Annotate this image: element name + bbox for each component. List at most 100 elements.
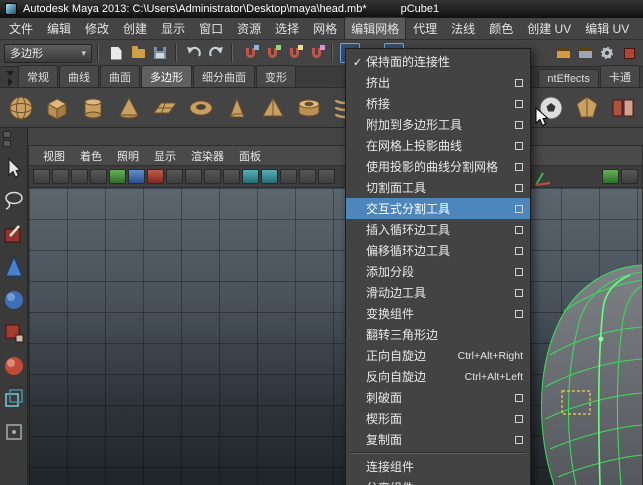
menu-item-flip-triangle-edge[interactable]: 翻转三角形边: [346, 324, 530, 345]
menu-modify[interactable]: 修改: [78, 17, 116, 40]
option-box-icon[interactable]: [515, 204, 523, 213]
option-box-icon[interactable]: [515, 78, 523, 87]
resolution-gate-icon[interactable]: [204, 169, 221, 184]
menu-edit-mesh[interactable]: 编辑网格: [344, 17, 407, 40]
shelf-menu-button[interactable]: [2, 69, 18, 87]
2d-pan-zoom-icon[interactable]: [128, 169, 145, 184]
shaded-mode-icon[interactable]: [318, 169, 335, 184]
image-plane-icon[interactable]: [109, 169, 126, 184]
universal-manipulator-button[interactable]: [2, 354, 26, 378]
poly-plane-button[interactable]: [148, 91, 181, 124]
panel-menu-view[interactable]: 视图: [36, 146, 72, 166]
lock-camera-icon[interactable]: [52, 169, 69, 184]
option-box-icon[interactable]: [515, 309, 523, 318]
menu-color[interactable]: 颜色: [482, 17, 520, 40]
shelf-tab-curves[interactable]: 曲线: [59, 65, 99, 87]
viewport[interactable]: [28, 188, 643, 485]
menu-window[interactable]: 窗口: [192, 17, 230, 40]
menu-edit[interactable]: 编辑: [40, 17, 78, 40]
menu-mesh[interactable]: 网格: [306, 17, 344, 40]
menu-item-spin-edge-forward[interactable]: 正向自旋边 Ctrl+Alt+Right: [346, 345, 530, 366]
last-tool-button[interactable]: [2, 420, 26, 444]
snap-to-grid-button[interactable]: [240, 43, 260, 63]
snap-to-curve-button[interactable]: [262, 43, 282, 63]
menu-item-cut-faces-tool[interactable]: 切割面工具: [346, 177, 530, 198]
menu-file[interactable]: 文件: [2, 17, 40, 40]
menu-item-split-mesh-with-projected-curve[interactable]: 使用投影的曲线分割网格: [346, 156, 530, 177]
grease-pencil-icon[interactable]: [147, 169, 164, 184]
menu-normals[interactable]: 法线: [444, 17, 482, 40]
menu-set-selector[interactable]: 多边形: [4, 43, 92, 63]
poly-cylinder-button[interactable]: [76, 91, 109, 124]
option-box-icon[interactable]: [515, 393, 523, 402]
use-all-lights-icon[interactable]: [621, 169, 638, 184]
option-box-icon[interactable]: [515, 162, 523, 171]
save-scene-button[interactable]: [150, 43, 170, 63]
safe-action-icon[interactable]: [261, 169, 278, 184]
safe-title-icon[interactable]: [280, 169, 297, 184]
menu-item-interactive-split-tool[interactable]: 交互式分割工具: [346, 198, 530, 219]
shelf-tab-polygons[interactable]: 多边形: [141, 65, 192, 87]
option-box-icon[interactable]: [515, 435, 523, 444]
option-box-icon[interactable]: [515, 225, 523, 234]
poly-cone-button[interactable]: [112, 91, 145, 124]
menu-item-slide-edge-tool[interactable]: 滑动边工具: [346, 282, 530, 303]
shelf-tab-deformation[interactable]: 变形: [256, 65, 296, 87]
menu-item-wedge-face[interactable]: 楔形面: [346, 408, 530, 429]
poly-prism-button[interactable]: [220, 91, 253, 124]
select-camera-icon[interactable]: [33, 169, 50, 184]
shelf-tab-surfaces[interactable]: 曲面: [100, 65, 140, 87]
menu-item-keep-faces-together[interactable]: 保持面的连接性: [346, 51, 530, 72]
poly-pipe-button[interactable]: [292, 91, 325, 124]
scale-tool-button[interactable]: [2, 321, 26, 345]
menu-item-add-divisions[interactable]: 添加分段: [346, 261, 530, 282]
open-scene-button[interactable]: [128, 43, 148, 63]
render-current-frame-button[interactable]: [553, 43, 573, 63]
option-box-icon[interactable]: [515, 414, 523, 423]
grid-toggle-icon[interactable]: [166, 169, 183, 184]
menu-item-extrude[interactable]: 挤出: [346, 72, 530, 93]
undo-button[interactable]: [184, 43, 204, 63]
mirror-geometry-button[interactable]: [606, 91, 639, 124]
panel-menu-shading[interactable]: 着色: [73, 146, 109, 166]
panel-menu-panels[interactable]: 面板: [232, 146, 268, 166]
bookmark-icon[interactable]: [90, 169, 107, 184]
show-manipulator-button[interactable]: [2, 387, 26, 411]
option-box-icon[interactable]: [515, 99, 523, 108]
poly-torus-button[interactable]: [184, 91, 217, 124]
option-box-icon[interactable]: [515, 120, 523, 129]
shelf-tab-toon[interactable]: 卡通: [600, 65, 640, 87]
menu-select[interactable]: 选择: [268, 17, 306, 40]
camera-attributes-icon[interactable]: [71, 169, 88, 184]
gate-mask-icon[interactable]: [223, 169, 240, 184]
redo-button[interactable]: [206, 43, 226, 63]
panel-menu-lighting[interactable]: 照明: [110, 146, 146, 166]
poly-platonic-button[interactable]: [570, 91, 603, 124]
menu-item-append-to-polygon-tool[interactable]: 附加到多边形工具: [346, 114, 530, 135]
menu-display[interactable]: 显示: [154, 17, 192, 40]
menu-edit-uvs[interactable]: 编辑 UV: [578, 17, 636, 40]
menu-create-uvs[interactable]: 创建 UV: [520, 17, 578, 40]
field-chart-icon[interactable]: [242, 169, 259, 184]
menu-item-connect-components[interactable]: 连接组件: [346, 456, 530, 477]
shelf-tab-subdivs[interactable]: 细分曲面: [193, 65, 255, 87]
head-mesh-wireframe[interactable]: [524, 257, 642, 485]
ipr-render-button[interactable]: [575, 43, 595, 63]
shelf-tab-painteffects[interactable]: ntEffects: [538, 69, 599, 87]
menu-create[interactable]: 创建: [116, 17, 154, 40]
option-box-icon[interactable]: [515, 141, 523, 150]
title-bar[interactable]: Autodesk Maya 2013: C:\Users\Administrat…: [0, 0, 643, 18]
option-box-icon[interactable]: [515, 267, 523, 276]
menu-item-spin-edge-backward[interactable]: 反向自旋边 Ctrl+Alt+Left: [346, 366, 530, 387]
menu-item-duplicate-face[interactable]: 复制面: [346, 429, 530, 450]
textured-mode-icon[interactable]: [602, 169, 619, 184]
menu-item-detach-component[interactable]: 分离组件: [346, 477, 530, 485]
lasso-tool-button[interactable]: [2, 189, 26, 213]
option-box-icon[interactable]: [515, 246, 523, 255]
option-box-icon[interactable]: [515, 183, 523, 192]
paint-select-tool-button[interactable]: [2, 222, 26, 246]
snap-to-point-button[interactable]: [284, 43, 304, 63]
menu-item-transform-component[interactable]: 变换组件: [346, 303, 530, 324]
render-settings-button[interactable]: [597, 43, 617, 63]
menu-proxy[interactable]: 代理: [406, 17, 444, 40]
